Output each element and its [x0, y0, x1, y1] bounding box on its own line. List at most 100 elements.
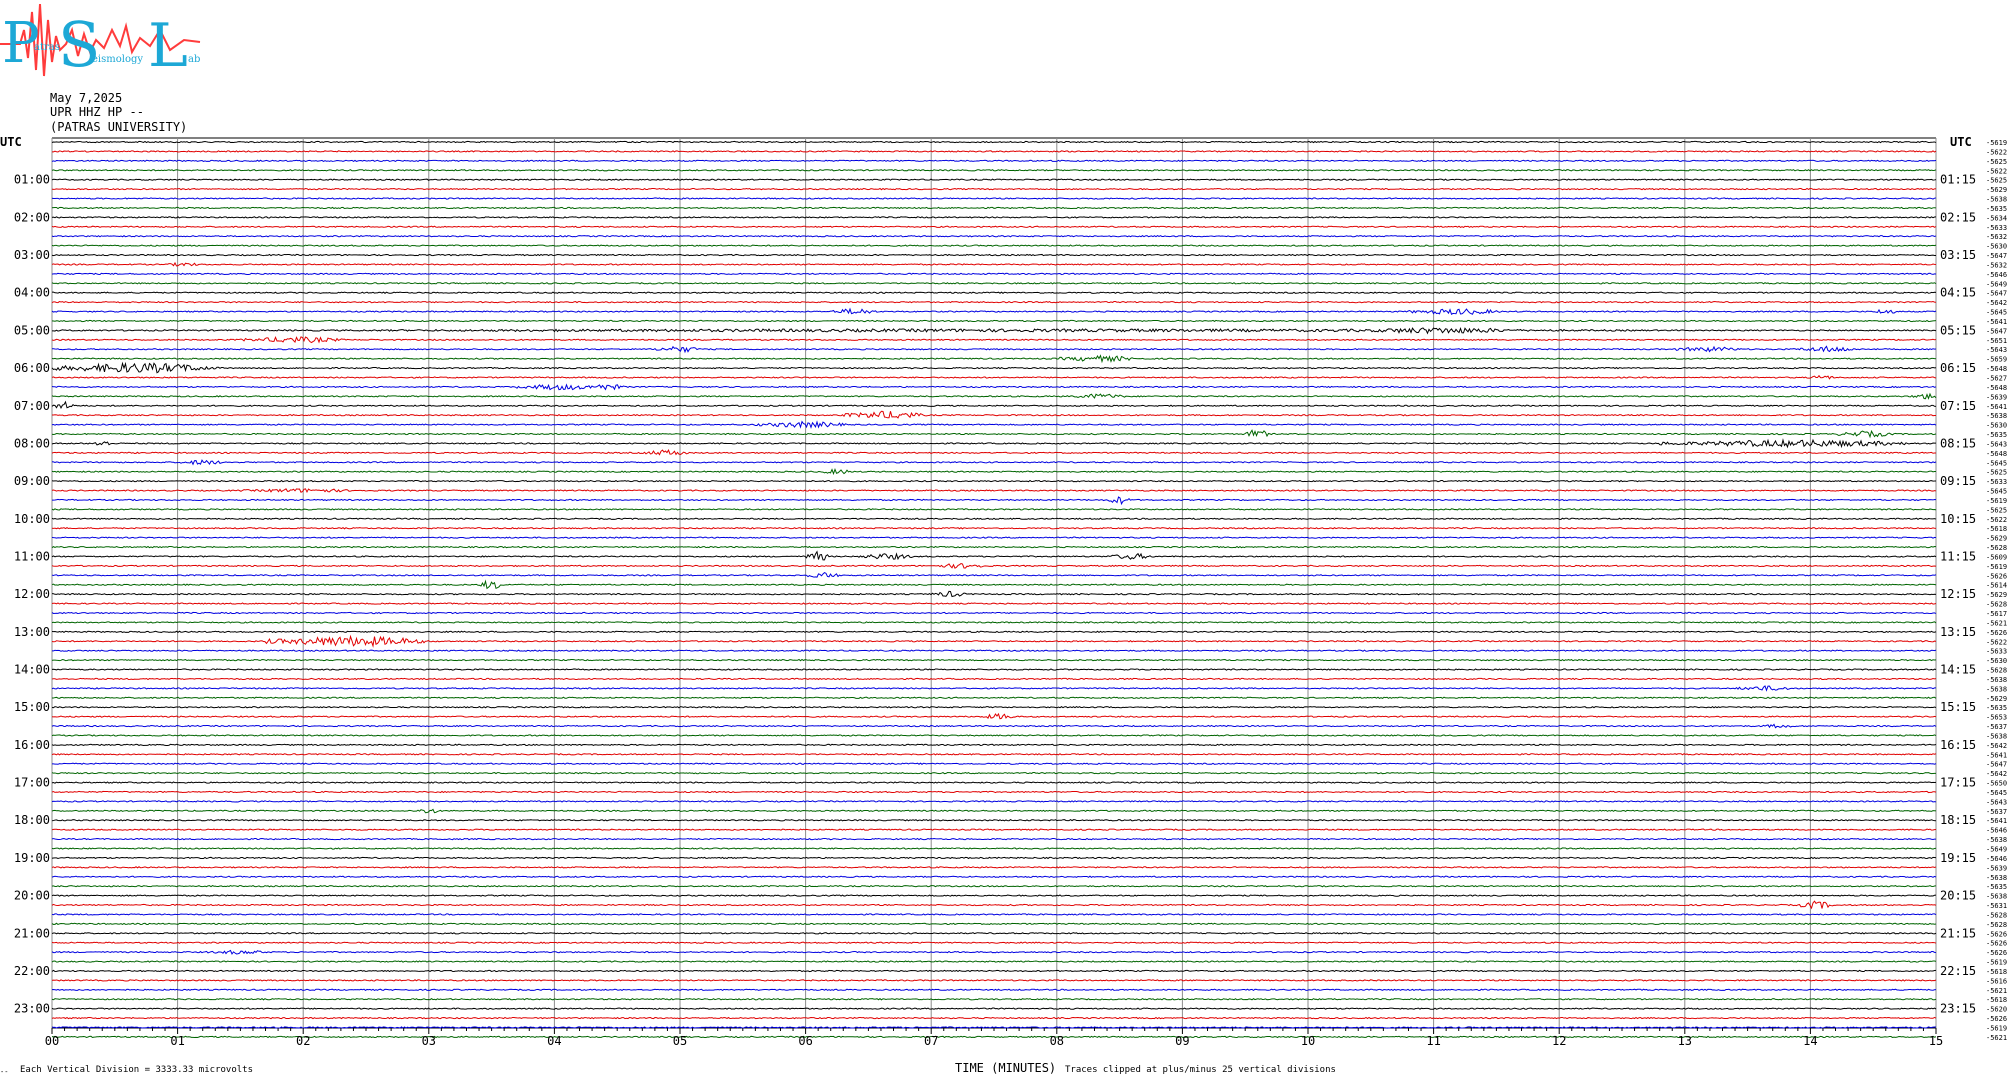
seismic-trace — [51, 300, 1937, 304]
left-hour-label: 21:00 — [14, 926, 50, 940]
seismic-trace — [51, 808, 1937, 814]
right-hour-label: 21:15 — [1940, 926, 1976, 940]
trace-offset-label: -5619 — [1986, 1024, 2007, 1032]
seismic-trace — [51, 272, 1937, 276]
left-hour-label: 19:00 — [14, 851, 50, 865]
right-hour-label: 07:15 — [1940, 399, 1976, 413]
left-hour-label: 11:00 — [14, 549, 50, 563]
trace-offset-label: -5628 — [1986, 601, 2007, 609]
right-hour-label: 12:15 — [1940, 587, 1976, 601]
trace-offset-label: -5648 — [1986, 384, 2007, 392]
seismic-trace — [51, 677, 1937, 681]
right-hour-label: 18:15 — [1940, 813, 1976, 827]
left-hour-label: 01:00 — [14, 173, 50, 187]
trace-offset-label: -5630 — [1986, 243, 2007, 251]
left-hour-label: 12:00 — [14, 587, 50, 601]
seismic-trace — [51, 282, 1937, 285]
trace-offset-label: -5625 — [1986, 177, 2007, 185]
seismic-trace — [51, 345, 1937, 354]
trace-offset-label: -5650 — [1986, 780, 2007, 788]
left-hour-label: 13:00 — [14, 625, 50, 639]
trace-offset-label: -5647 — [1986, 327, 2007, 335]
seismic-trace — [51, 420, 1937, 429]
right-hour-label: 02:15 — [1940, 210, 1976, 224]
x-tick-label: 01 — [170, 1034, 184, 1048]
seismic-trace — [51, 225, 1937, 228]
seismic-trace — [51, 866, 1937, 869]
right-hour-labels: 01:15 02:15 03:15 04:15 05:15 06:15 07:15 08:15… — [1940, 173, 1976, 1016]
seismic-trace — [51, 762, 1937, 765]
trace-offset-label: -5614 — [1986, 582, 2007, 590]
trace-offset-label: -5648 — [1986, 365, 2007, 373]
trace-offset-label: -5633 — [1986, 224, 2007, 232]
trace-offset-label: -5618 — [1986, 996, 2007, 1004]
trace-offset-label: -5625 — [1986, 158, 2007, 166]
trace-offset-label: -5641 — [1986, 403, 2007, 411]
seismic-trace — [51, 449, 1937, 456]
left-hour-label: 05:00 — [14, 323, 50, 337]
seismic-trace — [51, 894, 1937, 897]
seismic-trace — [51, 467, 1937, 476]
trace-offset-label: -5620 — [1986, 1006, 2007, 1014]
trace-offset-label: -5632 — [1986, 261, 2007, 269]
seismic-trace — [51, 336, 1937, 344]
seismic-trace — [51, 291, 1937, 294]
right-hour-label: 05:15 — [1940, 323, 1976, 337]
seismic-trace — [51, 668, 1937, 671]
x-axis-label: TIME (MINUTES) — [955, 1061, 1056, 1075]
seismic-trace — [51, 253, 1937, 257]
seismic-trace — [51, 649, 1937, 652]
seismic-trace — [51, 979, 1937, 982]
trace-offset-label: -5645 — [1986, 488, 2007, 496]
trace-offset-label: -5629 — [1986, 186, 2007, 194]
right-hour-label: 08:15 — [1940, 436, 1976, 450]
seismic-trace — [51, 781, 1937, 784]
seismic-trace — [51, 590, 1937, 598]
seismic-trace — [51, 235, 1937, 238]
trace-offset-label: -5634 — [1986, 214, 2007, 222]
trace-offset-label: -5622 — [1986, 516, 2007, 524]
trace-offset-label: -5641 — [1986, 751, 2007, 759]
trace-offset-label: -5635 — [1986, 883, 2007, 891]
seismic-trace — [51, 685, 1937, 692]
trace-offset-label: -5638 — [1986, 836, 2007, 844]
trace-offset-label: -5635 — [1986, 205, 2007, 213]
seismic-trace — [51, 361, 1937, 374]
left-hour-label: 09:00 — [14, 474, 50, 488]
left-hour-label: 16:00 — [14, 738, 50, 752]
seismic-trace — [51, 630, 1937, 634]
trace-offset-label: -5626 — [1986, 629, 2007, 637]
trace-offset-label: -5639 — [1986, 393, 2007, 401]
trace-offset-label: -5633 — [1986, 478, 2007, 486]
left-hour-label: 23:00 — [14, 1002, 50, 1016]
seismic-trace — [51, 988, 1937, 992]
minute-gridlines — [51, 137, 1937, 1029]
x-axis-ticks: 00 01 02 03 04 05 06 07 08 09 10 11 12 13 14 15 — [45, 1028, 1943, 1048]
trace-offset-label: -5645 — [1986, 459, 2007, 467]
x-tick-label: 05 — [673, 1034, 687, 1048]
trace-offset-label: -5628 — [1986, 667, 2007, 675]
seismic-trace — [51, 410, 1937, 419]
left-hour-label: 10:00 — [14, 512, 50, 526]
seismic-trace — [51, 800, 1937, 803]
seismic-trace — [51, 261, 1937, 267]
trace-offset-label: -5642 — [1986, 770, 2007, 778]
trace-offset-label: -5626 — [1986, 930, 2007, 938]
x-tick-label: 06 — [798, 1034, 812, 1048]
seismic-trace — [51, 837, 1937, 841]
x-tick-label: 09 — [1175, 1034, 1189, 1048]
trace-offset-label: -5651 — [1986, 337, 2007, 345]
left-hour-label: 17:00 — [14, 776, 50, 790]
x-tick-label: 11 — [1426, 1034, 1440, 1048]
helicorder-plot: 01:00 02:00 03:00 04:00 05:00 06:00 07:00 08:00… — [0, 135, 2007, 1076]
seismic-trace — [51, 479, 1937, 483]
seismic-trace — [51, 550, 1937, 561]
right-hour-label: 06:15 — [1940, 361, 1976, 375]
seismic-trace — [51, 712, 1937, 720]
seismic-trace — [51, 932, 1937, 935]
trace-offset-label: -5630 — [1986, 657, 2007, 665]
left-utc-title: UTC — [0, 135, 22, 149]
trace-offset-label: -5637 — [1986, 808, 2007, 816]
right-hour-label: 20:15 — [1940, 889, 1976, 903]
right-hour-label: 17:15 — [1940, 776, 1976, 790]
